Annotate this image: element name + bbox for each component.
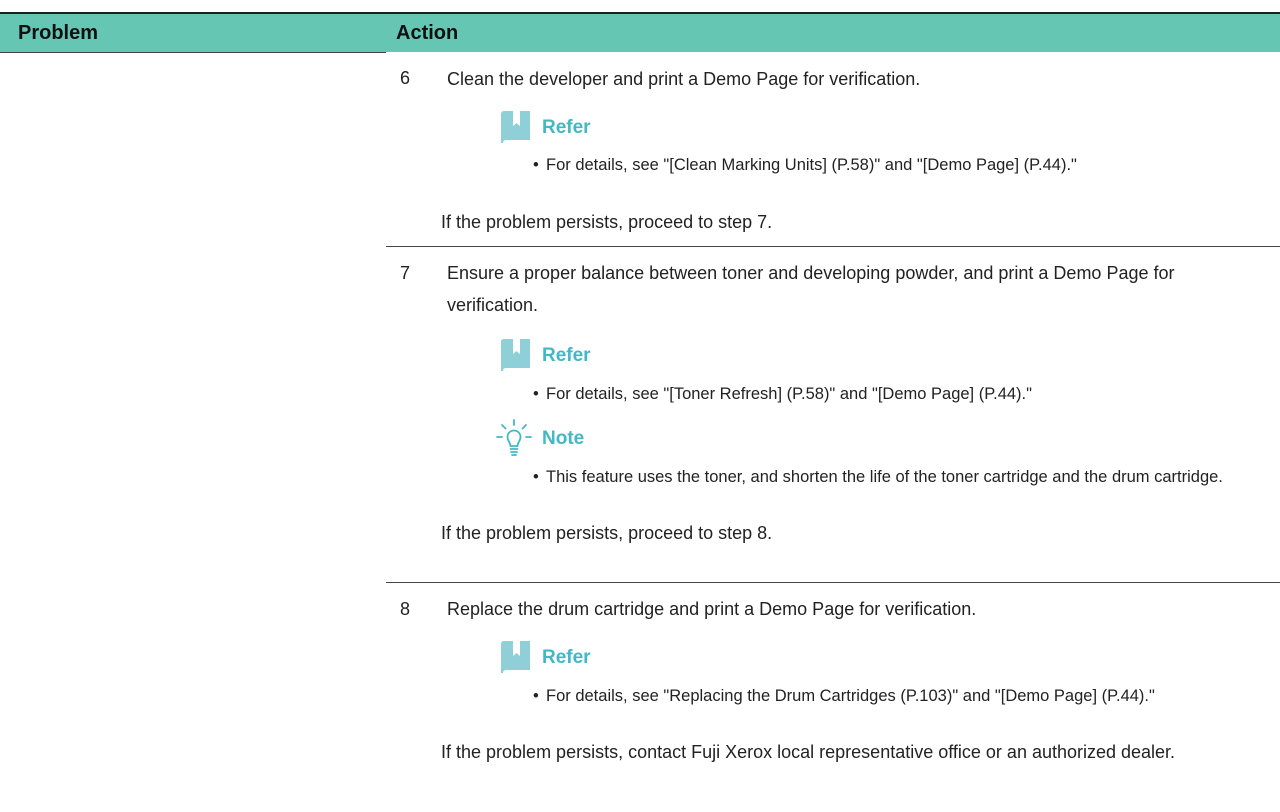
problem-column-header: Problem	[18, 22, 99, 44]
step-number: 7	[400, 263, 411, 283]
step-row-7: 7 Ensure a proper balance between toner …	[386, 246, 1280, 582]
step-text: Replace the drum cartridge and print a D…	[447, 599, 977, 619]
refer-bullet: • For details, see "Replacing the Drum C…	[533, 684, 1268, 708]
step-text: Clean the developer and print a Demo Pag…	[447, 69, 921, 89]
bullet-dot: •	[533, 687, 539, 705]
bullet-dot: •	[533, 385, 539, 403]
book-icon	[501, 641, 530, 673]
book-icon	[501, 111, 530, 143]
step-followup: If the problem persists, proceed to step…	[441, 212, 773, 232]
step-followup: If the problem persists, contact Fuji Xe…	[441, 742, 1176, 762]
action-column-header: Action	[396, 22, 459, 44]
refer-bullet: • For details, see "[Clean Marking Units…	[533, 153, 1268, 177]
lightbulb-icon	[496, 419, 532, 456]
note-bullet-text: This feature uses the toner, and shorten…	[546, 468, 1223, 486]
bullet-dot: •	[533, 468, 539, 486]
note-label: Note	[542, 428, 585, 449]
step-followup: If the problem persists, proceed to step…	[441, 523, 773, 543]
refer-label: Refer	[542, 345, 591, 366]
step-text: Ensure a proper balance between toner an…	[447, 263, 1175, 315]
refer-bullet-text: For details, see "[Clean Marking Units] …	[546, 156, 1077, 174]
refer-label: Refer	[542, 117, 591, 138]
step-row-8: 8 Replace the drum cartridge and print a…	[386, 582, 1280, 811]
refer-bullet: • For details, see "[Toner Refresh] (P.5…	[533, 382, 1268, 406]
note-bullet: • This feature uses the toner, and short…	[533, 465, 1268, 489]
refer-bullet-text: For details, see "Replacing the Drum Car…	[546, 687, 1155, 705]
problem-cell	[0, 52, 386, 812]
refer-label: Refer	[542, 647, 591, 668]
bullet-dot: •	[533, 156, 539, 174]
refer-bullet-text: For details, see "[Toner Refresh] (P.58)…	[546, 385, 1032, 403]
step-number: 8	[400, 599, 411, 619]
step-number: 6	[400, 68, 411, 88]
table-header: Problem Action	[0, 12, 1280, 52]
step-row-6: 6 Clean the developer and print a Demo P…	[386, 52, 1280, 246]
book-icon	[501, 339, 530, 371]
